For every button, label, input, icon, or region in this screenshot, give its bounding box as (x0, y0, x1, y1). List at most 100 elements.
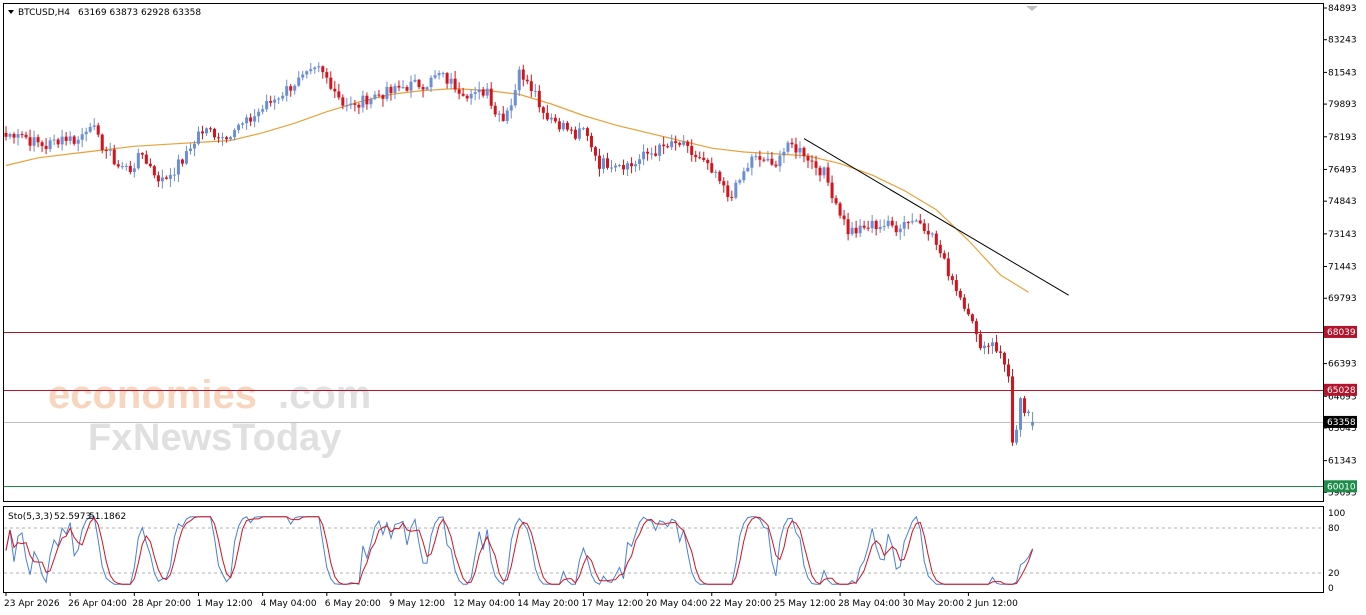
time-tick-label: 17 May 12:00 (581, 599, 643, 609)
candle-body (934, 233, 938, 245)
candle-body (160, 177, 164, 182)
candle-body (20, 134, 24, 136)
candle-body (1027, 411, 1031, 413)
candle-body (233, 130, 237, 138)
time-tick-label: 12 May 04:00 (453, 599, 515, 609)
chevron-down-icon[interactable] (8, 10, 14, 14)
candle-body (188, 148, 192, 152)
candle-body (1015, 429, 1019, 443)
candle-body (698, 157, 702, 159)
moving-average-line (5, 87, 1029, 293)
candle-body (958, 290, 962, 298)
price-tick-label: 76493 (1328, 165, 1357, 175)
candle-body (120, 166, 124, 168)
candle-body (485, 88, 489, 96)
candle-body (493, 105, 497, 115)
candle-body (622, 165, 626, 170)
candle-body (509, 105, 513, 111)
candle-body (597, 155, 601, 169)
candle-body (998, 351, 1002, 353)
candle-body (886, 220, 890, 227)
candle-body (32, 137, 36, 146)
candle-body (662, 144, 666, 147)
candle-body (642, 151, 646, 160)
candle-body (184, 151, 188, 164)
candle-body (128, 165, 132, 173)
time-axis: 23 Apr 2026 26 Apr 04:00 28 Apr 20:00 1 May… (4, 592, 1018, 609)
candle-body (229, 137, 233, 140)
candle-body (297, 77, 301, 86)
candle-body (585, 128, 589, 136)
price-chart[interactable]: economies .com Fx NewsToday 84893 83243 81… (0, 0, 1366, 615)
candle-body (589, 135, 593, 148)
candle-body (593, 147, 597, 156)
stochastic-pane: 0 20 80 100 (4, 509, 1345, 594)
candle-body (92, 125, 96, 127)
candle-body (369, 98, 373, 105)
candle-body (942, 253, 946, 259)
candle-body (465, 95, 469, 99)
symbol-label: BTCUSD,H4 (18, 8, 70, 18)
candle-body (389, 86, 393, 93)
candle-body (156, 175, 160, 182)
candle-body (48, 140, 52, 149)
chart-header[interactable]: BTCUSD,H4 63169 63873 62928 63358 (8, 8, 201, 18)
price-tick-label: 69793 (1328, 294, 1357, 304)
stochastic-header: Sto(5,3,3) 52.5973 51.1862 (8, 512, 126, 522)
candle-body (357, 104, 361, 108)
candle-body (525, 79, 529, 82)
candle-body (529, 81, 533, 91)
candle-body (104, 150, 108, 152)
candle-body (557, 121, 561, 130)
time-tick-label: 1 May 12:00 (196, 599, 252, 609)
chart-shift-marker-icon (1026, 6, 1038, 11)
stochastic-main-value: 52.5973 (54, 512, 91, 522)
candle-body (80, 134, 84, 140)
candle-body (24, 134, 28, 138)
candle-body (36, 137, 40, 143)
candle-body (630, 163, 634, 167)
candle-body (686, 141, 690, 146)
candle-body (614, 165, 618, 168)
candle-body (269, 101, 273, 103)
candle-body (64, 136, 68, 141)
candle-body (441, 73, 445, 75)
candle-body (168, 175, 172, 179)
candle-body (946, 258, 950, 277)
indicator-pane-frame (3, 506, 1324, 593)
candle-body (325, 72, 329, 78)
candle-body (241, 123, 245, 125)
candle-body (822, 167, 826, 176)
candle-body (293, 85, 297, 91)
candle-body (922, 223, 926, 231)
candle-body (918, 220, 922, 224)
candle-body (265, 101, 269, 110)
candle-body (1002, 352, 1006, 365)
candle-body (962, 297, 966, 309)
candle-body (317, 66, 321, 68)
candle-body (858, 225, 862, 234)
candle-body (990, 342, 994, 347)
watermark: economies .com Fx NewsToday (48, 373, 371, 459)
candle-body (100, 134, 104, 151)
candle-body (477, 89, 481, 93)
candle-body (377, 94, 381, 96)
stochastic-scale-label: 20 (1328, 569, 1340, 579)
candle-body (401, 87, 405, 89)
price-tick-label: 78193 (1328, 133, 1357, 143)
candle-body (417, 79, 421, 88)
candle-body (1011, 376, 1015, 443)
price-tick-label: 73143 (1328, 230, 1357, 240)
candle-body (245, 117, 249, 124)
candle-body (718, 171, 722, 182)
candle-body (734, 182, 738, 198)
candle-body (60, 136, 64, 145)
candle-body (413, 79, 417, 82)
candle-body (794, 144, 798, 153)
candle-body (373, 94, 377, 99)
candle-body (313, 67, 317, 70)
candle-body (738, 180, 742, 183)
candle-body (361, 95, 365, 108)
candle-body (1023, 398, 1027, 413)
candle-body (4, 132, 8, 137)
